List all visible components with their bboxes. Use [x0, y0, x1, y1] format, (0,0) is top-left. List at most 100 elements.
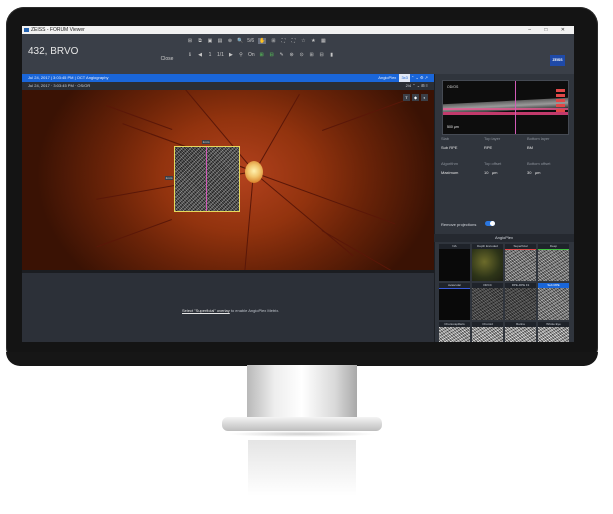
monitor-stand-neck	[247, 365, 357, 420]
angio-tile[interactable]: Choroid	[472, 322, 503, 342]
slab-field[interactable]: Slab Sub RPE	[441, 136, 457, 150]
app-header: 432, BRVO Close ⊞ ⧉ ▣ ▤ ⊕ 🔍 5/6 ✋ ⊞ ⛶ ⛶ ☆ ★ ▦ ℹ ◀ 1 1/1 ▶…	[22, 34, 574, 74]
toolbar-button[interactable]: ⧉	[197, 38, 203, 44]
angio-tile[interactable]: Avascular	[439, 283, 470, 320]
angio-tile-image	[538, 249, 569, 281]
contrast-tool-icon[interactable]: ◐	[421, 94, 428, 101]
optic-disc	[245, 161, 263, 183]
angio-tile[interactable]: Sub RPE	[538, 283, 569, 320]
stand-reflection	[248, 440, 356, 496]
toolbar-button[interactable]: On	[248, 52, 255, 58]
top-offset-field[interactable]: Top offset 10 µm	[484, 161, 501, 175]
patient-name: 432, BRVO	[28, 46, 79, 57]
zeiss-logo: ZEISS	[550, 55, 565, 66]
image-nav[interactable]: 2/4 ⌃ ⌄ ⊞ ≡	[406, 82, 428, 90]
overlay-marker-left[interactable]: 1mm	[165, 176, 173, 180]
superficial-overlay-link[interactable]: Select "Superficial" overlay	[182, 308, 230, 313]
overlay-marker-top[interactable]: 1mm	[202, 140, 210, 144]
bscan-viewer[interactable]: OD/OS 500 µm	[442, 80, 569, 135]
toolbar-button[interactable]: ⊟	[269, 52, 275, 58]
bscan-handles[interactable]	[556, 89, 565, 122]
angio-tile-color-bar	[439, 288, 470, 289]
toolbar-button[interactable]: ⊞	[187, 38, 193, 44]
toolbar-button[interactable]: 5/6	[247, 38, 254, 44]
toolbar-button[interactable]: ▶	[228, 52, 234, 58]
top-layer-field[interactable]: Top layer RPE	[484, 136, 500, 150]
remove-projections-row: Remove projections	[441, 221, 495, 227]
toolbar-button[interactable]: ▦	[320, 38, 326, 44]
monitor-stand-base	[222, 417, 382, 431]
toolbar-button[interactable]: ★	[310, 38, 316, 44]
toolbar-button[interactable]: ⊞	[270, 38, 276, 44]
bscan-scale: 500 µm	[447, 125, 459, 129]
angio-tile-image	[538, 327, 569, 342]
toolbar-button[interactable]: ▣	[207, 38, 213, 44]
angio-tile[interactable]: RPE-RPE Fit	[505, 283, 536, 320]
toolbar-button[interactable]: ▮	[329, 52, 335, 58]
toolbar-button[interactable]: ◀	[197, 52, 203, 58]
algorithm-field[interactable]: Algorithm Maximum	[441, 161, 458, 175]
bscan-position-line[interactable]	[515, 81, 516, 134]
angio-tile[interactable]: Depth Encoded	[472, 244, 503, 281]
fundus-image[interactable]: 1mm 1mm T ◆ ◐	[22, 90, 434, 270]
toolbar-button[interactable]: ✎	[279, 52, 285, 58]
toolbar-button[interactable]: ⊛	[289, 52, 295, 58]
bottom-layer-field[interactable]: Bottom layer BM	[527, 136, 549, 150]
toolbar-button[interactable]: 🔍	[237, 38, 243, 44]
angio-tile-image	[505, 288, 536, 320]
angio-tile[interactable]: Whole Eye	[538, 322, 569, 342]
toolbar-button[interactable]: ✋	[258, 38, 267, 44]
retinal-vessel	[106, 105, 173, 130]
window-controls[interactable]: – □ ✕	[528, 26, 571, 34]
toolbar-button[interactable]: ⊙	[299, 52, 305, 58]
app-screen: ZEISS - FORUM Viewer – □ ✕ 432, BRVO Clo…	[22, 26, 574, 342]
angio-tile-image	[505, 249, 536, 281]
toolbar-button[interactable]: ⊟	[319, 52, 325, 58]
toolbar-button[interactable]: 1	[207, 52, 213, 58]
stand-shadow	[228, 431, 376, 437]
angioplex-label: AngioPlex	[378, 75, 397, 80]
toolbar-button[interactable]: ⊕	[227, 38, 233, 44]
exam-nav-icons[interactable]: ⌃ ⌄ ⚙ ↗	[411, 75, 428, 80]
toolbar-button[interactable]: ⛶	[290, 38, 296, 44]
toolbar-button[interactable]: 1/1	[217, 52, 224, 58]
marker-tool-icon[interactable]: ◆	[412, 94, 419, 101]
bottom-offset-field[interactable]: Bottom offset 30 µm	[527, 161, 551, 175]
image-info-bar: Jul 24, 2017 · 3:03:45 PM · OS/OR 2/4 ⌃ …	[22, 82, 434, 90]
angio-overlay[interactable]	[174, 146, 240, 212]
toolbar-row-1: ⊞ ⧉ ▣ ▤ ⊕ 🔍 5/6 ✋ ⊞ ⛶ ⛶ ☆ ★ ▦	[187, 36, 326, 46]
window-title: ZEISS - FORUM Viewer	[31, 27, 85, 33]
angio-tile-image	[472, 288, 503, 320]
toolbar-button[interactable]: ⛶	[280, 38, 286, 44]
angio-tile[interactable]: Retina	[505, 322, 536, 342]
scan-size-badge: 3x3	[399, 74, 410, 82]
segmentation-line-bottom	[443, 112, 568, 115]
exam-info: Jul 24, 2017 | 3:03:45 PM | OCT Angiogra…	[28, 75, 109, 80]
angio-tile[interactable]: NA	[439, 244, 470, 281]
toolbar-button[interactable]: ⊞	[259, 52, 265, 58]
exam-bar: Jul 24, 2017 | 3:03:45 PM | OCT Angiogra…	[22, 74, 434, 82]
angio-tile-color-bar	[505, 249, 536, 250]
angio-tile-image	[538, 288, 569, 320]
toolbar-button[interactable]: ℹ	[187, 52, 193, 58]
angio-tile[interactable]: Deep	[538, 244, 569, 281]
retinal-vessel	[322, 99, 407, 131]
exam-actions[interactable]: AngioPlex 3x3 ⌃ ⌄ ⚙ ↗	[378, 74, 428, 82]
remove-projections-label: Remove projections	[441, 222, 477, 227]
close-button[interactable]: Close	[154, 55, 180, 64]
text-tool-icon[interactable]: T	[403, 94, 410, 101]
retinal-vessel	[253, 172, 395, 225]
remove-projections-toggle[interactable]	[485, 221, 495, 226]
bscan-label: OD/OS	[447, 85, 459, 89]
offset-row: Algorithm Maximum Top offset 10 µm Bottom …	[441, 161, 569, 178]
angio-tile[interactable]: ORCC	[472, 283, 503, 320]
title-bar: ZEISS - FORUM Viewer – □ ✕	[22, 26, 574, 34]
toolbar-button[interactable]: ☆	[300, 38, 306, 44]
angio-tile[interactable]: Choriocapillaris	[439, 322, 470, 342]
toolbar-button[interactable]: ⚲	[238, 52, 244, 58]
toolbar-button[interactable]: ▤	[217, 38, 223, 44]
toolbar-button[interactable]: ⊞	[309, 52, 315, 58]
angio-tile-image	[472, 249, 503, 281]
slab-row: Slab Sub RPE Top layer RPE Bottom layer BM	[441, 136, 569, 153]
angio-tile[interactable]: Superficial	[505, 244, 536, 281]
